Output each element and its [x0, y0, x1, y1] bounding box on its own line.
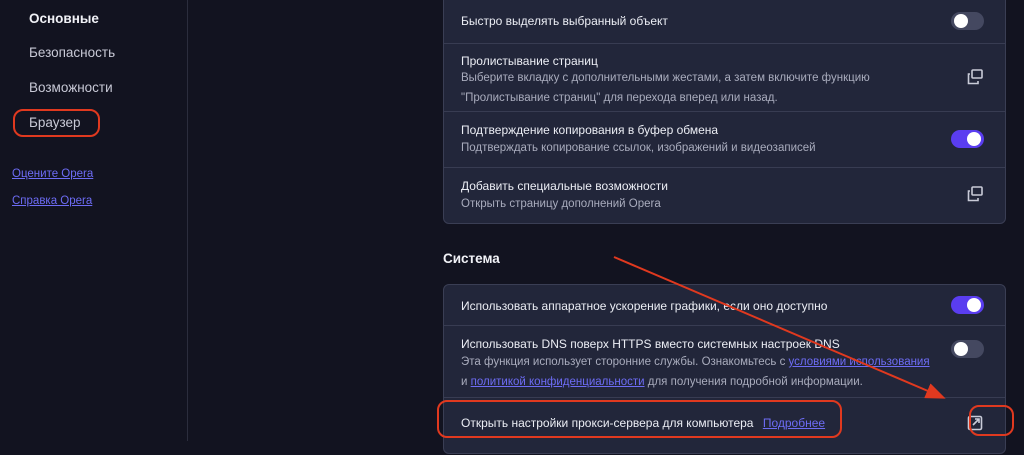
toggle-knob: [967, 132, 981, 146]
open-in-new-window-icon[interactable]: [966, 68, 984, 86]
settings-row: Использовать DNS поверх HTTPS вместо сис…: [444, 325, 1005, 397]
section-title-system: Система: [443, 251, 500, 266]
toggle-knob: [954, 342, 968, 356]
settings-row: Подтверждение копирования в буфер обмена…: [444, 111, 1005, 167]
hardware-acceleration-toggle[interactable]: [951, 296, 984, 314]
row-title: Пролистывание страниц: [461, 54, 598, 68]
row-title: Быстро выделять выбранный объект: [461, 14, 668, 28]
desc-text: для получения подробной информации.: [647, 376, 863, 388]
highlight-focus-toggle[interactable]: [951, 12, 984, 30]
dns-over-https-toggle[interactable]: [951, 340, 984, 358]
sidebar-item-features[interactable]: Возможности: [29, 80, 113, 95]
row-description: Подтверждать копирование ссылок, изображ…: [461, 142, 816, 154]
settings-row: Добавить специальные возможности Открыть…: [444, 167, 1005, 225]
annotation-highlight-browser: [13, 109, 100, 137]
row-description: Выберите вкладку с дополнительными жеста…: [461, 72, 870, 104]
sidebar-item-security[interactable]: Безопасность: [29, 45, 115, 60]
copy-confirmation-toggle[interactable]: [951, 130, 984, 148]
sidebar-item-basic[interactable]: Основные: [29, 11, 99, 26]
privacy-policy-link[interactable]: политикой конфиденциальности: [471, 376, 645, 388]
opera-help-link[interactable]: Справка Opera: [12, 195, 92, 207]
accessibility-settings-panel: Быстро выделять выбранный объект Пролист…: [443, 0, 1006, 224]
settings-sidebar: Основные Безопасность Возможности Браузе…: [0, 0, 188, 441]
toggle-knob: [954, 14, 968, 28]
row-title: Подтверждение копирования в буфер обмена: [461, 123, 719, 137]
row-description: Открыть страницу дополнений Opera: [461, 198, 661, 210]
settings-row: Быстро выделять выбранный объект: [444, 0, 1005, 43]
toggle-knob: [967, 298, 981, 312]
desc-text: и: [461, 376, 468, 388]
row-title: Использовать DNS поверх HTTPS вместо сис…: [461, 337, 840, 351]
settings-row: Использовать аппаратное ускорение график…: [444, 285, 1005, 325]
annotation-highlight-proxy-row: [437, 400, 842, 438]
row-title: Использовать аппаратное ускорение график…: [461, 299, 828, 313]
annotation-highlight-proxy-icon: [969, 405, 1014, 436]
row-description: Эта функция использует сторонние службы.…: [461, 352, 951, 392]
row-title: Добавить специальные возможности: [461, 179, 668, 193]
open-in-new-window-icon[interactable]: [966, 185, 984, 203]
terms-of-use-link[interactable]: условиями использования: [789, 356, 930, 368]
settings-row: Пролистывание страниц Выберите вкладку с…: [444, 43, 1005, 111]
rate-opera-link[interactable]: Оцените Opera: [12, 168, 93, 180]
desc-text: Эта функция использует сторонние службы.…: [461, 356, 786, 368]
